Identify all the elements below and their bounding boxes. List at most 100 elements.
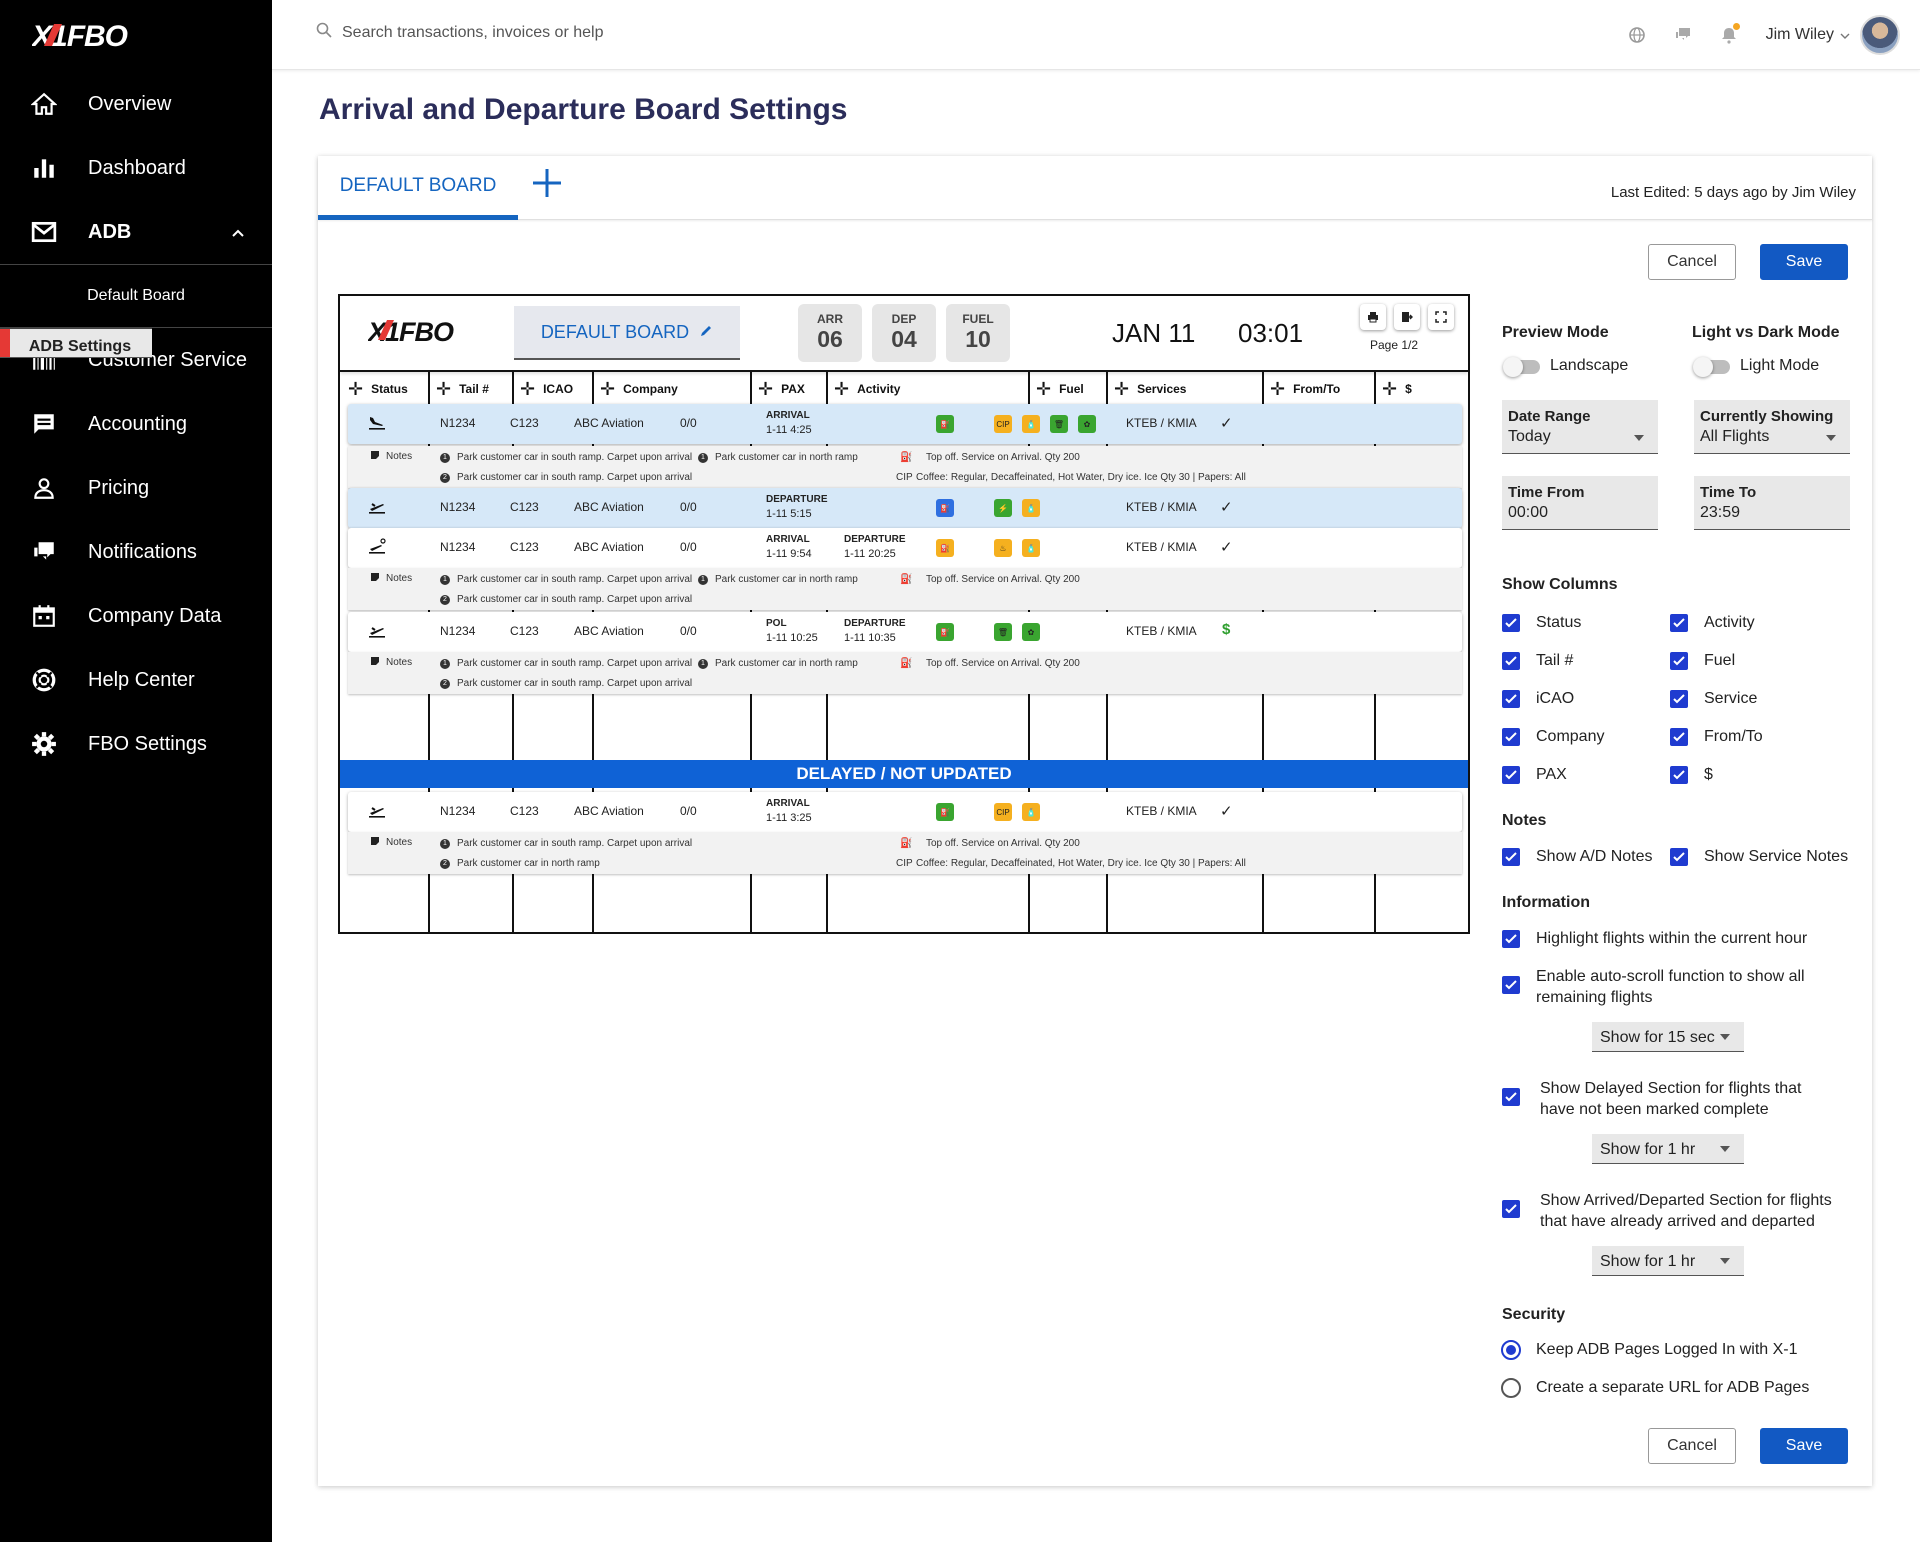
sidebar-item-help-center[interactable]: Help Center — [0, 648, 272, 712]
sidebar-item-overview[interactable]: Overview — [0, 72, 272, 136]
note-item: 1 Park customer car in south ramp. Carpet… — [440, 574, 692, 585]
search-input[interactable]: Search transactions, invoices or help — [342, 24, 603, 42]
delayed-duration-select[interactable]: Show for 1 hr — [1592, 1134, 1744, 1164]
checkbox-service-notes[interactable] — [1670, 848, 1688, 866]
move-icon[interactable]: ✛ — [758, 380, 773, 398]
radio-keep-logged-in[interactable] — [1501, 1340, 1521, 1360]
checkbox-autoscroll[interactable] — [1502, 976, 1520, 994]
move-icon[interactable]: ✛ — [1270, 380, 1285, 398]
sidebar-item-accounting[interactable]: Accounting — [0, 392, 272, 456]
sidebar-item-notifications[interactable]: Notifications — [0, 520, 272, 584]
column-header-status[interactable]: ✛ Status — [348, 380, 408, 398]
sidebar-subitem-default-board[interactable]: Default Board — [0, 264, 272, 328]
column-header-from-to[interactable]: ✛ From/To — [1270, 380, 1340, 398]
column-header-icao[interactable]: ✛ ICAO — [520, 380, 573, 398]
tab-default-board[interactable]: DEFAULT BOARD — [318, 156, 518, 220]
checkbox-label: PAX — [1536, 766, 1567, 783]
move-icon[interactable]: ✛ — [1382, 380, 1397, 398]
theme-toggle[interactable] — [1693, 357, 1730, 377]
sidebar-subitem-label: Default Board — [87, 287, 185, 304]
column-header-company[interactable]: ✛ Company — [600, 380, 678, 398]
sidebar-item-label: Company Data — [88, 604, 222, 627]
sidebar-item-fbo-settings[interactable]: FBO Settings — [0, 712, 272, 776]
time-to-field[interactable]: Time To 23:59 — [1694, 476, 1850, 530]
flight-row[interactable]: N1234 C123 ABC Aviation 0/0 ARRIVAL 1-11… — [348, 528, 1462, 568]
checkbox-arrived-departed[interactable] — [1502, 1200, 1520, 1218]
checkbox-service[interactable] — [1670, 690, 1688, 708]
flight-row[interactable]: N1234 C123 ABC Aviation 0/0 ARRIVAL 1-11… — [348, 404, 1462, 444]
date-range-select[interactable]: Date Range Today — [1502, 400, 1658, 454]
save-button[interactable]: Save — [1760, 244, 1848, 280]
move-icon[interactable]: ✛ — [600, 380, 615, 398]
globe-icon[interactable] — [1614, 26, 1660, 44]
edit-icon[interactable] — [699, 322, 713, 343]
radio-separate-url[interactable] — [1501, 1378, 1521, 1398]
company-name: ABC Aviation — [574, 624, 644, 638]
move-icon[interactable]: ✛ — [1114, 380, 1129, 398]
note-item: 2 Park customer car in south ramp. Carpet… — [440, 594, 692, 605]
sidebar-item-adb[interactable]: ADB — [0, 200, 272, 264]
save-button-bottom[interactable]: Save — [1760, 1428, 1848, 1464]
print-icon[interactable] — [1360, 304, 1386, 330]
board-tools — [1360, 304, 1454, 330]
chat-icon[interactable] — [1660, 26, 1706, 44]
fuel-note: Top off. Service on Arrival. Qty 200 — [926, 574, 1080, 585]
arrived-duration-select[interactable]: Show for 1 hr — [1592, 1246, 1744, 1276]
move-icon[interactable]: ✛ — [348, 380, 363, 398]
note-text: Park customer car in south ramp. Carpet … — [457, 452, 693, 463]
sidebar-item-dashboard[interactable]: Dashboard — [0, 136, 272, 200]
move-icon[interactable]: ✛ — [1036, 380, 1051, 398]
column-header-payment[interactable]: ✛ $ — [1382, 380, 1412, 398]
search-bar[interactable]: Search transactions, invoices or help — [316, 22, 603, 43]
tail-number: N1234 — [440, 624, 476, 638]
checkbox-highlight-hour[interactable] — [1502, 930, 1520, 948]
autoscroll-duration-select[interactable]: Show for 15 sec — [1592, 1022, 1744, 1052]
checkbox-company[interactable] — [1502, 728, 1520, 746]
checkbox-label: Show Arrived/Departed Section for flight… — [1540, 1192, 1832, 1209]
chevron-up-icon[interactable] — [232, 224, 244, 240]
brand-logo[interactable]: X1FBO — [32, 18, 162, 52]
preview-mode-toggle[interactable] — [1503, 357, 1540, 377]
avatar[interactable] — [1860, 15, 1900, 55]
sidebar-subitem-adb-settings[interactable]: ADB Settings — [0, 328, 152, 358]
board-name-field[interactable]: DEFAULT BOARD — [514, 306, 740, 360]
checkbox-label: From/To — [1704, 728, 1763, 745]
checkbox-tail[interactable] — [1502, 652, 1520, 670]
time-from-field[interactable]: Time From 00:00 — [1502, 476, 1658, 530]
note-item: 1 Park customer car in north ramp — [698, 452, 858, 463]
sidebar-nav: Overview Dashboard ADB Default Board ADB… — [0, 72, 272, 776]
checkbox-activity[interactable] — [1670, 614, 1688, 632]
export-icon[interactable] — [1394, 304, 1420, 330]
currently-showing-select[interactable]: Currently Showing All Flights — [1694, 400, 1850, 454]
cancel-button-bottom[interactable]: Cancel — [1648, 1428, 1736, 1464]
checkbox-ad-notes[interactable] — [1502, 848, 1520, 866]
move-icon[interactable]: ✛ — [436, 380, 451, 398]
sidebar-item-pricing[interactable]: Pricing — [0, 456, 272, 520]
checkbox-status[interactable] — [1502, 614, 1520, 632]
flight-row[interactable]: N1234 C123 ABC Aviation 0/0 ARRIVAL 1-11… — [348, 792, 1462, 832]
add-board-button[interactable] — [530, 166, 564, 207]
chevron-down-icon[interactable] — [1840, 26, 1850, 44]
checkbox-fuel[interactable] — [1670, 652, 1688, 670]
column-header-services[interactable]: ✛ Services — [1114, 380, 1186, 398]
sidebar-item-company-data[interactable]: Company Data — [0, 584, 272, 648]
bell-icon[interactable] — [1706, 23, 1752, 44]
column-header-tail[interactable]: ✛ Tail # — [436, 380, 489, 398]
flight-row[interactable]: N1234 C123 ABC Aviation 0/0 POL 1-11 10:… — [348, 612, 1462, 652]
flight-row[interactable]: N1234 C123 ABC Aviation 0/0 DEPARTURE 1-… — [348, 488, 1462, 528]
checkbox-pax[interactable] — [1502, 766, 1520, 784]
checkbox-icao[interactable] — [1502, 690, 1520, 708]
checkbox-payment[interactable] — [1670, 766, 1688, 784]
note-item: 1 Park customer car in south ramp. Carpet… — [440, 658, 692, 669]
column-header-fuel[interactable]: ✛ Fuel — [1036, 380, 1084, 398]
move-icon[interactable]: ✛ — [834, 380, 849, 398]
user-name[interactable]: Jim Wiley — [1766, 26, 1834, 44]
checkbox-from-to[interactable] — [1670, 728, 1688, 746]
column-header-pax[interactable]: ✛ PAX — [758, 380, 805, 398]
move-icon[interactable]: ✛ — [520, 380, 535, 398]
checkbox-delayed-section[interactable] — [1502, 1088, 1520, 1106]
cancel-button[interactable]: Cancel — [1648, 244, 1736, 280]
cip-note-label: CIP — [896, 472, 913, 483]
column-header-activity[interactable]: ✛ Activity — [834, 380, 900, 398]
fullscreen-icon[interactable] — [1428, 304, 1454, 330]
